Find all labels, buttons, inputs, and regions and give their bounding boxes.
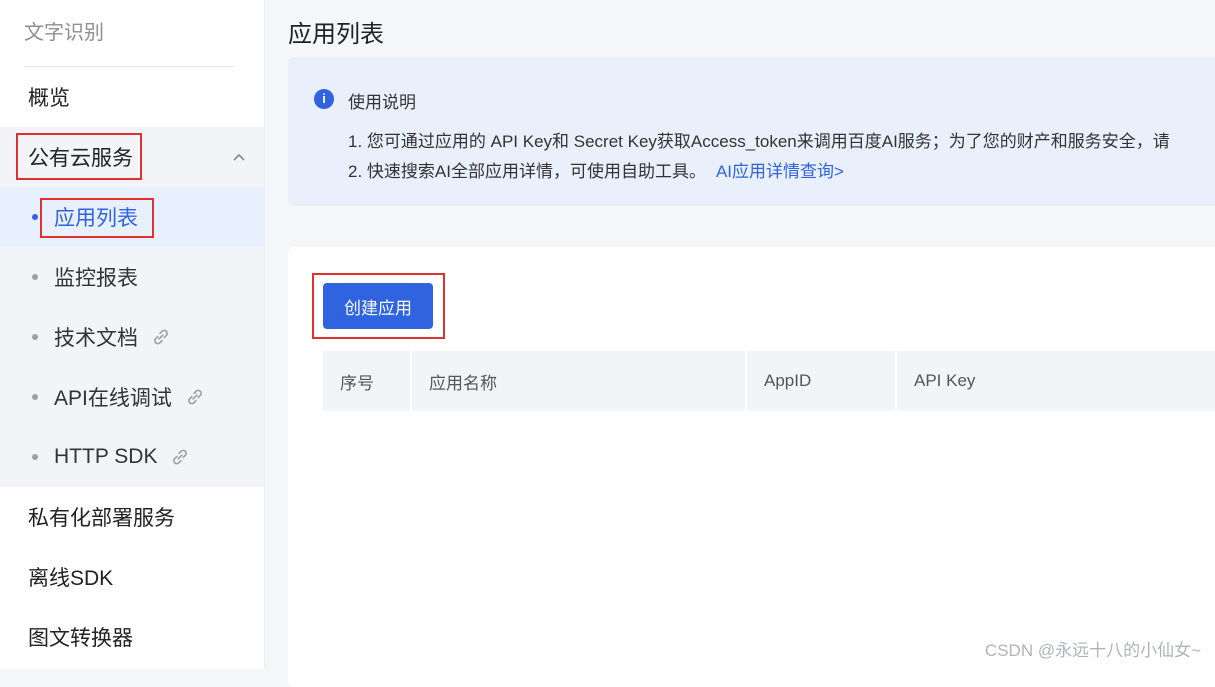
- notice-line-1: 1. 您可通过应用的 API Key和 Secret Key获取Access_t…: [348, 132, 1170, 151]
- table-header: 序号 应用名称 AppID API Key: [323, 351, 1215, 411]
- sidebar-item-public-cloud[interactable]: 公有云服务: [0, 127, 264, 187]
- external-link-icon: [187, 389, 202, 405]
- info-icon: i: [314, 89, 334, 109]
- sidebar-subitem-tech-docs[interactable]: 技术文档: [0, 307, 264, 367]
- bullet-dot: [32, 394, 38, 400]
- sidebar-subitem-api-debug[interactable]: API在线调试: [0, 367, 264, 427]
- sidebar-title: 文字识别: [24, 22, 104, 44]
- sidebar-item-offline-sdk[interactable]: 离线SDK: [0, 547, 264, 607]
- watermark: CSDN @永远十八的小仙女~: [984, 641, 1201, 660]
- sidebar: 文字识别 概览 公有云服务 应用列表 监控报表 技术文档 API在线调试 HTT…: [0, 0, 265, 669]
- sidebar-item-label: 概览: [28, 87, 70, 110]
- sidebar-subitem-monitor-report[interactable]: 监控报表: [0, 247, 264, 307]
- column-header-app-name: 应用名称: [412, 351, 747, 411]
- notice-title: 使用说明: [348, 93, 416, 112]
- notice-line-2: 2. 快速搜索AI全部应用详情，可使用自助工具。 AI应用详情查询>: [348, 157, 844, 182]
- usage-notice: i 使用说明 1. 您可通过应用的 API Key和 Secret Key获取A…: [288, 57, 1215, 206]
- sidebar-item-label: 图文转换器: [28, 627, 133, 650]
- sidebar-item-label: 公有云服务: [28, 147, 133, 170]
- sidebar-item-overview[interactable]: 概览: [0, 67, 264, 127]
- sidebar-subitem-app-list[interactable]: 应用列表: [0, 187, 264, 247]
- sidebar-subitem-http-sdk[interactable]: HTTP SDK: [0, 427, 264, 487]
- sidebar-subitem-label: 应用列表: [54, 207, 138, 230]
- chevron-up-icon[interactable]: [232, 150, 246, 164]
- sidebar-subitem-label: 技术文档: [54, 327, 138, 350]
- create-app-button[interactable]: 创建应用: [323, 283, 433, 329]
- sidebar-item-label: 私有化部署服务: [28, 507, 175, 530]
- app-list-card: 创建应用 序号 应用名称 AppID API Key: [288, 247, 1215, 687]
- bullet-dot: [32, 454, 38, 460]
- column-header-appid: AppID: [747, 351, 897, 411]
- notice-line-2-text: 2. 快速搜索AI全部应用详情，可使用自助工具。: [348, 162, 706, 181]
- sidebar-item-label: 离线SDK: [28, 567, 114, 590]
- page-title: 应用列表: [288, 21, 384, 48]
- sidebar-item-private-deploy[interactable]: 私有化部署服务: [0, 487, 264, 547]
- app-details-link[interactable]: AI应用详情查询>: [716, 162, 844, 181]
- column-header-api-key: API Key: [914, 371, 976, 390]
- bullet-dot: [32, 274, 38, 280]
- column-header-index: 序号: [323, 351, 412, 411]
- sidebar-subitem-label: HTTP SDK: [54, 445, 158, 468]
- sidebar-subitem-label: API在线调试: [54, 387, 172, 410]
- bullet-dot: [32, 334, 38, 340]
- external-link-icon: [173, 449, 188, 465]
- bullet-dot: [32, 214, 38, 220]
- sidebar-subitem-label: 监控报表: [54, 267, 138, 290]
- sidebar-item-image-text-converter[interactable]: 图文转换器: [0, 607, 264, 667]
- external-link-icon: [154, 329, 168, 345]
- main-content: 应用列表 i 使用说明 1. 您可通过应用的 API Key和 Secret K…: [265, 0, 1215, 687]
